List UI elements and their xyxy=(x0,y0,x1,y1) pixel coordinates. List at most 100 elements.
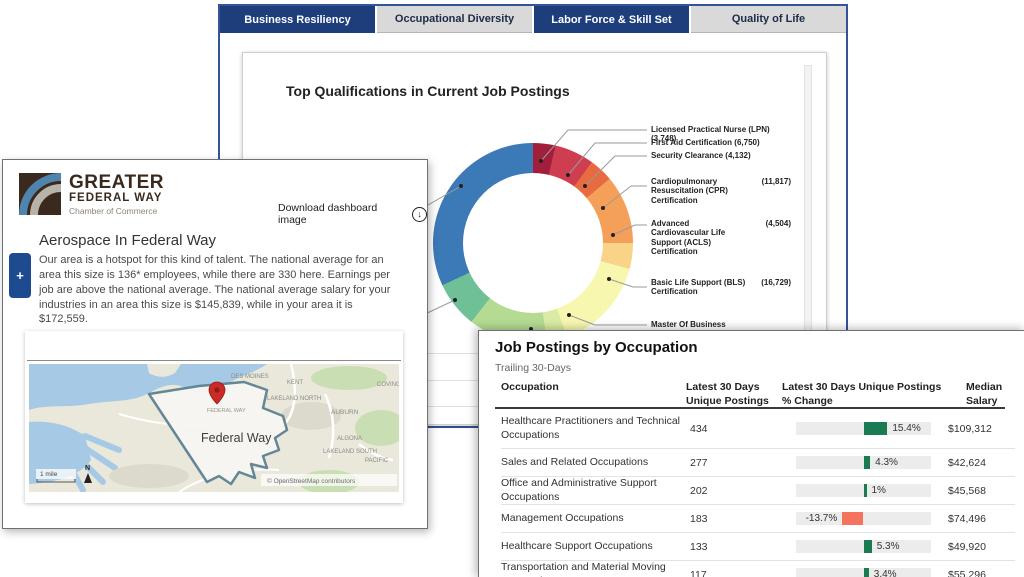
chamber-logo-mark xyxy=(19,173,61,215)
pct-change-bar xyxy=(864,540,872,553)
cell-median-salary: $74,496 xyxy=(948,513,1015,525)
pct-change-bar-track: -13.7% xyxy=(796,512,931,525)
map-divider xyxy=(27,360,401,361)
map-label: ALGONA xyxy=(337,436,362,442)
chamber-logo: GREATER FEDERAL WAY Chamber of Commerce xyxy=(19,173,164,216)
pct-change-bar-track: 4.3% xyxy=(796,456,931,469)
cell-median-salary: $45,568 xyxy=(948,485,1015,497)
pct-change-bar xyxy=(864,456,871,469)
cell-occupation: Transportation and Material Moving Occup… xyxy=(501,561,690,577)
cell-occupation: Healthcare Practitioners and Technical O… xyxy=(501,415,690,442)
cell-postings: 277 xyxy=(690,457,778,469)
download-label: Download dashboard image xyxy=(278,202,407,226)
callout-label-master-of-business: Master Of Business xyxy=(651,320,791,329)
map-label: LAKELAND SOUTH xyxy=(323,449,377,455)
callout-value: (16,729) xyxy=(761,278,791,287)
pct-change-bar-track: 5.3% xyxy=(796,540,931,553)
table-row: Healthcare Practitioners and Technical O… xyxy=(501,409,1015,449)
table-row: Healthcare Support Occupations 133 5.3% … xyxy=(501,533,1015,561)
aerospace-heading: Aerospace In Federal Way xyxy=(39,232,216,249)
download-dashboard-link[interactable]: Download dashboard image ↓ xyxy=(278,202,427,226)
job-postings-subtitle: Trailing 30-Days xyxy=(495,362,571,374)
cell-occupation: Management Occupations xyxy=(501,512,690,526)
callout-label-acls: Advanced Cardiovascular Life Support (AC… xyxy=(651,219,791,257)
callout-label-bls: Basic Life Support (BLS) Certification (… xyxy=(651,278,791,297)
donut-hole xyxy=(463,173,603,313)
pct-change-label: 3.4% xyxy=(874,569,897,577)
table-row: Transportation and Material Moving Occup… xyxy=(501,561,1015,577)
pct-change-label: 4.3% xyxy=(875,457,898,468)
callout-name: Master Of Business xyxy=(651,320,726,329)
cell-postings: 202 xyxy=(690,485,778,497)
pct-change-label: -13.7% xyxy=(806,513,838,524)
col-header-occupation: Occupation xyxy=(501,381,686,408)
pct-change-bar-track: 1% xyxy=(796,484,931,497)
callout-name: Advanced Cardiovascular Life Support (AC… xyxy=(651,219,747,257)
cell-postings: 183 xyxy=(690,513,778,525)
cell-occupation: Healthcare Support Occupations xyxy=(501,540,690,554)
pct-change-bar-track: 3.4% xyxy=(796,568,931,577)
callout-label-first-aid: First Aid Certification (6,750) xyxy=(651,138,791,147)
pct-change-bar xyxy=(864,422,888,435)
job-table-body: Healthcare Practitioners and Technical O… xyxy=(501,409,1015,577)
callout-name: Basic Life Support (BLS) Certification xyxy=(651,278,747,297)
plus-icon: + xyxy=(16,268,24,283)
logo-line1: GREATER xyxy=(69,173,164,192)
map-attribution[interactable]: © OpenStreetMap contributors xyxy=(267,477,356,485)
map-label: LAKELAND NORTH xyxy=(267,396,321,402)
map-label: PACIFIC xyxy=(365,458,389,464)
table-row: Office and Administrative Support Occupa… xyxy=(501,477,1015,505)
callout-name: Security Clearance xyxy=(651,151,723,160)
table-row: Management Occupations 183 -13.7% $74,49… xyxy=(501,505,1015,533)
cell-pct-change: 3.4% xyxy=(778,568,948,577)
pct-change-label: 5.3% xyxy=(877,541,900,552)
pct-change-bar xyxy=(864,484,867,497)
logo-line2: FEDERAL WAY xyxy=(69,192,164,206)
job-postings-title: Job Postings by Occupation xyxy=(495,339,698,356)
cell-pct-change: 1% xyxy=(778,484,948,497)
pct-change-label: 1% xyxy=(872,485,886,496)
map-main-place-label: Federal Way xyxy=(201,431,272,445)
download-icon: ↓ xyxy=(412,207,427,222)
col-header-postings: Latest 30 Days Unique Postings xyxy=(686,381,782,408)
cell-postings: 133 xyxy=(690,541,778,553)
chart-title: Top Qualifications in Current Job Postin… xyxy=(286,83,570,99)
tab-business-resiliency[interactable]: Business Resiliency xyxy=(220,6,375,33)
cell-pct-change: -13.7% xyxy=(778,512,948,525)
callout-label-cpr: Cardiopulmonary Resuscitation (CPR) Cert… xyxy=(651,177,791,205)
expand-collapse-handle[interactable]: + xyxy=(9,253,31,298)
callout-value: (4,132) xyxy=(725,151,750,160)
map-label: COVINGTON xyxy=(377,382,399,388)
federal-way-map[interactable]: DES MOINES KENT COVINGTON LAKELAND NORTH… xyxy=(29,364,399,492)
dashboard-tabbar: Business Resiliency Occupational Diversi… xyxy=(220,6,846,33)
pct-change-bar xyxy=(842,512,863,525)
job-postings-panel: Job Postings by Occupation Trailing 30-D… xyxy=(478,330,1024,577)
callout-name: First Aid Certification xyxy=(651,138,732,147)
col-header-median-salary: Median Salary xyxy=(966,381,1015,408)
pct-change-bar xyxy=(864,568,869,577)
tab-occupational-diversity[interactable]: Occupational Diversity xyxy=(377,6,532,33)
map-label: DES MOINES xyxy=(231,374,269,380)
logo-line3: Chamber of Commerce xyxy=(69,206,164,216)
callout-name: Cardiopulmonary Resuscitation (CPR) Cert… xyxy=(651,177,747,205)
tab-labor-force-skill-set[interactable]: Labor Force & Skill Set xyxy=(534,6,689,33)
map-label: KENT xyxy=(287,380,303,386)
callout-label-security-clearance: Security Clearance (4,132) xyxy=(651,151,791,160)
tab-quality-of-life[interactable]: Quality of Life xyxy=(691,6,846,33)
aerospace-description: Our area is a hotspot for this kind of t… xyxy=(39,253,397,327)
pct-change-label: 15.4% xyxy=(892,423,920,434)
map-card: DES MOINES KENT COVINGTON LAKELAND NORTH… xyxy=(25,331,403,503)
federal-way-card: GREATER FEDERAL WAY Chamber of Commerce … xyxy=(2,159,428,529)
cell-occupation: Sales and Related Occupations xyxy=(501,456,690,470)
map-pin-place-label: FEDERAL WAY xyxy=(207,408,246,414)
chamber-logo-text: GREATER FEDERAL WAY Chamber of Commerce xyxy=(69,173,164,216)
cell-median-salary: $49,920 xyxy=(948,541,1015,553)
cell-median-salary: $55,296 xyxy=(948,569,1015,577)
cell-occupation: Office and Administrative Support Occupa… xyxy=(501,477,690,504)
table-row: Sales and Related Occupations 277 4.3% $… xyxy=(501,449,1015,477)
callout-name: Licensed Practical Nurse (LPN) xyxy=(651,125,770,134)
screenshot-stage: Business Resiliency Occupational Diversi… xyxy=(0,0,1024,577)
pct-change-bar-track: 15.4% xyxy=(796,422,931,435)
col-header-pct-change: Latest 30 Days Unique Postings % Change xyxy=(782,381,966,408)
callout-value: (11,817) xyxy=(762,177,791,186)
